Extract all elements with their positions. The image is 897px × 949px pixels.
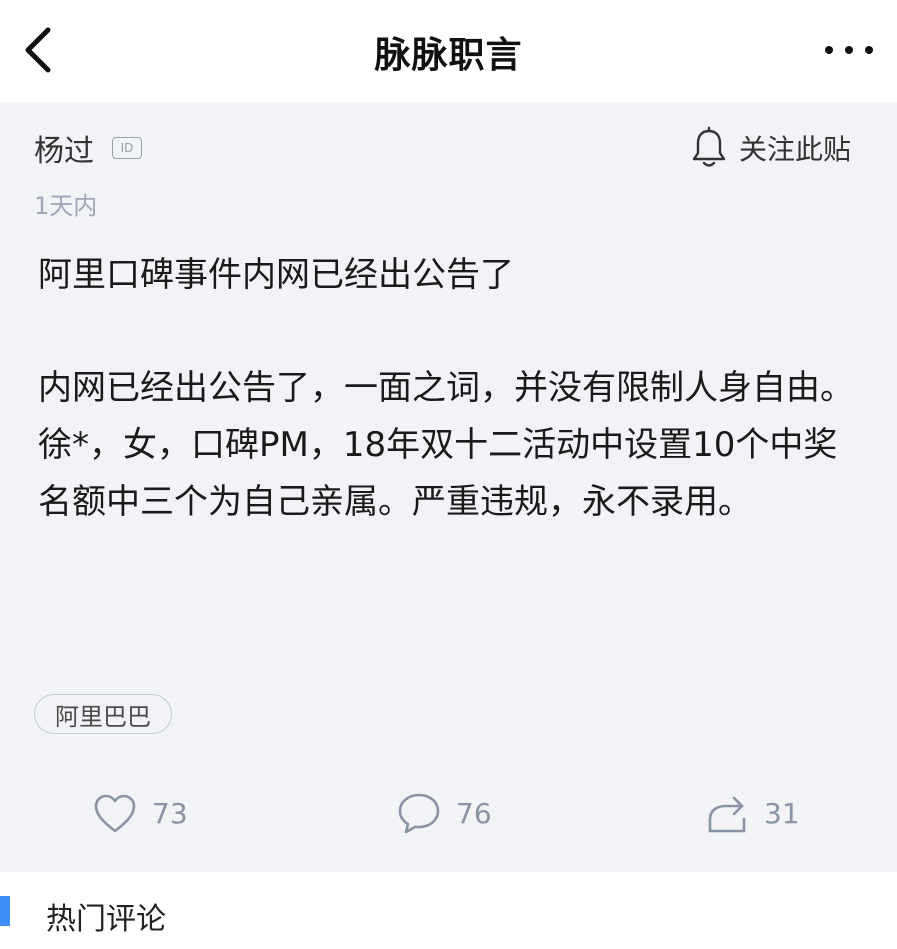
section-accent-bar — [0, 896, 10, 926]
more-button[interactable] — [817, 30, 881, 70]
hot-comments-title: 热门评论 — [46, 902, 166, 937]
heart-icon — [94, 794, 136, 833]
topic-tag[interactable]: 阿里巴巴 — [34, 694, 172, 734]
page-title: 脉脉职言 — [374, 35, 523, 76]
share-icon — [708, 796, 746, 833]
share-button[interactable]: 31 — [704, 788, 800, 838]
more-dots-icon — [825, 46, 873, 54]
comment-count: 76 — [456, 796, 492, 830]
post-actions: 73 76 31 — [0, 782, 897, 842]
chevron-left-icon — [25, 27, 51, 73]
comment-button[interactable]: 76 — [396, 788, 492, 838]
comment-bubble-icon — [398, 793, 440, 834]
follow-post-button[interactable]: 关注此贴 — [689, 124, 851, 172]
hot-comments-header: 热门评论 — [0, 872, 897, 949]
post-time: 1天内 — [34, 192, 98, 220]
bell-icon — [692, 126, 726, 167]
post-content: 内网已经出公告了，一面之词，并没有限制人身自由。徐*，女，口碑PM，18年双十二… — [38, 368, 854, 522]
post-card: 杨过 ID 关注此贴 1天内 阿里口碑事件内网已经出公告了 内网已经出公告了，一… — [0, 102, 897, 872]
share-count: 31 — [764, 796, 800, 830]
like-button[interactable]: 73 — [92, 788, 188, 838]
id-badge: ID — [112, 137, 142, 159]
follow-label: 关注此贴 — [738, 133, 851, 166]
author-row: 杨过 ID — [34, 126, 142, 170]
author-name[interactable]: 杨过 — [34, 126, 94, 170]
like-count: 73 — [152, 796, 188, 830]
back-button[interactable] — [14, 20, 70, 80]
post-title: 阿里口碑事件内网已经出公告了 — [38, 255, 514, 295]
top-navbar: 脉脉职言 — [0, 0, 897, 102]
post-detail-page: 脉脉职言 杨过 ID 关注此贴 1天内 阿里口碑事件内网已经出公告了 内网已经出… — [0, 0, 897, 949]
